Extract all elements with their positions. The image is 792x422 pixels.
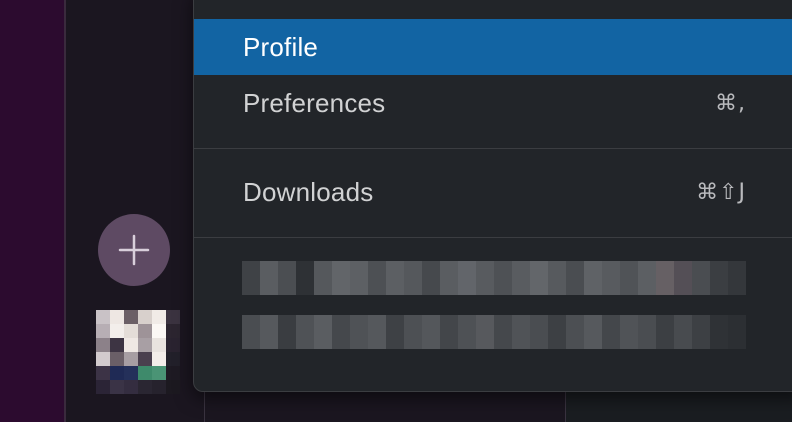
menu-item-downloads[interactable]: Downloads ⌘⇧J	[194, 164, 792, 220]
workspace-rail	[0, 0, 66, 422]
avatar[interactable]	[96, 310, 180, 394]
plus-icon	[118, 234, 150, 266]
add-workspace-button[interactable]	[98, 214, 170, 286]
menu-item-profile[interactable]: Profile	[194, 19, 792, 75]
redacted-menu-item[interactable]	[242, 261, 746, 295]
keyboard-shortcut: ⌘⇧J	[696, 179, 746, 205]
menu-item-label: Profile	[243, 31, 319, 62]
menu-divider	[194, 237, 792, 238]
app-window: Profile Preferences ⌘, Downloads ⌘⇧J	[0, 0, 792, 422]
account-menu: Profile Preferences ⌘, Downloads ⌘⇧J	[193, 0, 792, 392]
menu-divider	[194, 148, 792, 149]
redacted-menu-item[interactable]	[242, 315, 746, 349]
menu-item-label: Downloads	[243, 176, 374, 207]
menu-item-label: Preferences	[243, 87, 386, 118]
menu-item-preferences[interactable]: Preferences ⌘,	[194, 75, 792, 131]
keyboard-shortcut: ⌘,	[715, 90, 746, 116]
